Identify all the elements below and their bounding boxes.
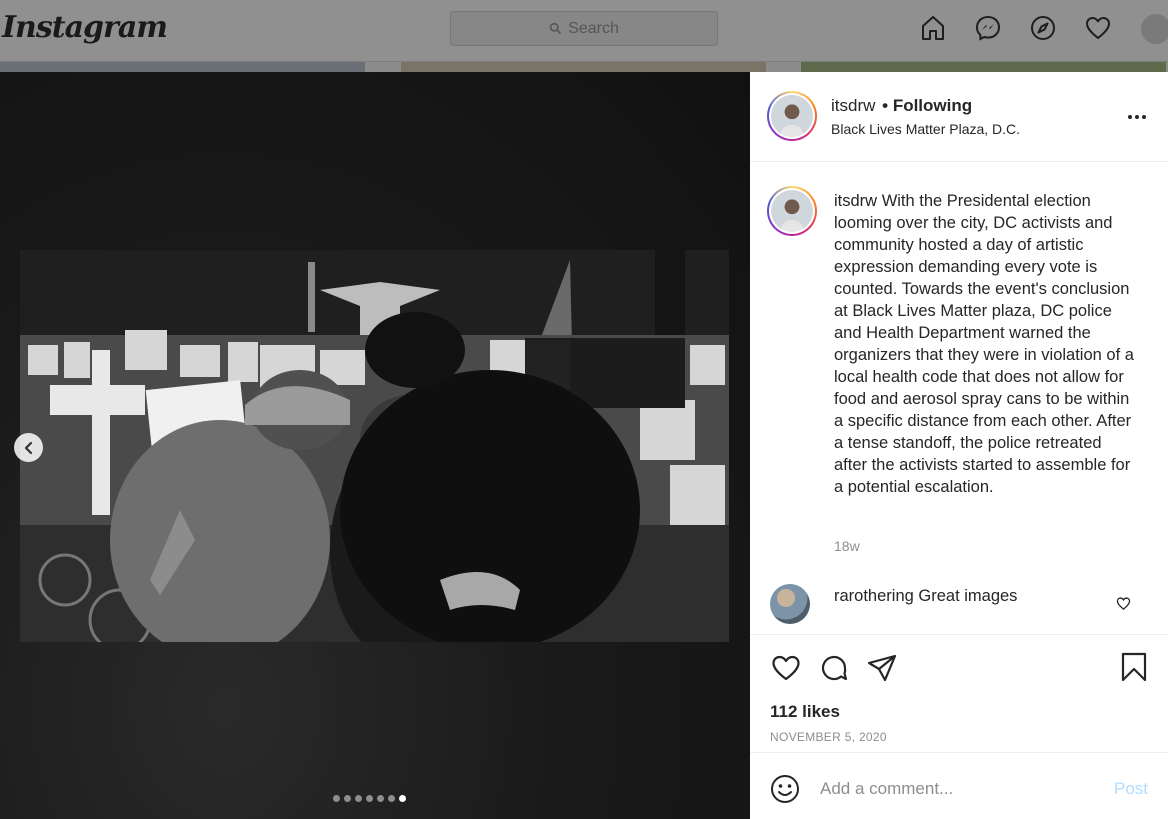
follow-status[interactable]: • Following: [882, 96, 972, 115]
chevron-left-icon: [24, 441, 32, 454]
like-heart-icon[interactable]: [770, 652, 802, 684]
search-placeholder: Search: [568, 19, 619, 37]
post-details-panel: itsdrw • Following Black Lives Matter Pl…: [750, 72, 1168, 819]
comment-icon[interactable]: [818, 652, 850, 684]
activity-heart-icon[interactable]: [1083, 13, 1113, 43]
feed-thumb-strip: [801, 62, 1166, 72]
comment-username[interactable]: rarothering: [834, 587, 914, 605]
feed-thumb-strip: [0, 62, 365, 72]
author-line: itsdrw • Following: [831, 96, 972, 116]
instagram-logo[interactable]: Instagram: [2, 10, 168, 45]
nav-icons: [918, 13, 1113, 43]
post-actions: 112 likes NOVEMBER 5, 2020: [750, 634, 1168, 752]
carousel-prev-button[interactable]: [14, 433, 43, 462]
post-comment-button[interactable]: Post: [1114, 779, 1148, 799]
messenger-icon[interactable]: [973, 13, 1003, 43]
carousel-dot: [355, 795, 362, 802]
author-username[interactable]: itsdrw: [831, 96, 875, 115]
carousel-dot-active: [399, 795, 406, 802]
comment-text: Great images: [918, 587, 1018, 605]
likes-count[interactable]: 112 likes: [770, 702, 840, 722]
top-nav: Instagram Search: [0, 0, 1168, 62]
comment-composer: Post: [750, 752, 1168, 819]
search-box[interactable]: Search: [450, 11, 718, 46]
feed-thumb-strip: [401, 62, 766, 72]
bookmark-icon: [1121, 652, 1147, 682]
explore-icon[interactable]: [1028, 13, 1058, 43]
carousel-dot: [344, 795, 351, 802]
carousel-indicator: [333, 795, 406, 802]
author-avatar[interactable]: [767, 91, 817, 141]
post-header: itsdrw • Following Black Lives Matter Pl…: [750, 72, 1168, 162]
profile-avatar[interactable]: [1141, 14, 1168, 44]
search-icon: [549, 22, 562, 34]
share-icon[interactable]: [866, 652, 898, 684]
more-options-icon[interactable]: [1128, 115, 1146, 119]
caption-text: With the Presidental election looming ov…: [834, 192, 1134, 496]
carousel-dot: [377, 795, 384, 802]
caption-avatar[interactable]: [767, 186, 817, 236]
post-caption: itsdrw With the Presidental election loo…: [834, 190, 1134, 498]
post-location[interactable]: Black Lives Matter Plaza, D.C.: [831, 121, 1020, 137]
comment-item: rarothering Great images: [834, 587, 1017, 606]
post-date[interactable]: NOVEMBER 5, 2020: [770, 730, 887, 744]
caption-timestamp[interactable]: 18w: [834, 538, 860, 554]
post-media: [0, 72, 750, 819]
carousel-dot: [388, 795, 395, 802]
caption-username[interactable]: itsdrw: [834, 192, 877, 210]
comments-area[interactable]: itsdrw With the Presidental election loo…: [750, 162, 1168, 634]
home-icon[interactable]: [918, 13, 948, 43]
save-button[interactable]: [1118, 651, 1150, 688]
add-comment-input[interactable]: [820, 774, 1100, 804]
post-photo[interactable]: [20, 250, 729, 642]
carousel-dot: [366, 795, 373, 802]
carousel-dot: [333, 795, 340, 802]
protest-photo-illustration: [20, 250, 729, 642]
commenter-avatar[interactable]: [770, 584, 810, 624]
comment-like-icon[interactable]: [1116, 596, 1131, 611]
emoji-icon[interactable]: [769, 773, 801, 805]
